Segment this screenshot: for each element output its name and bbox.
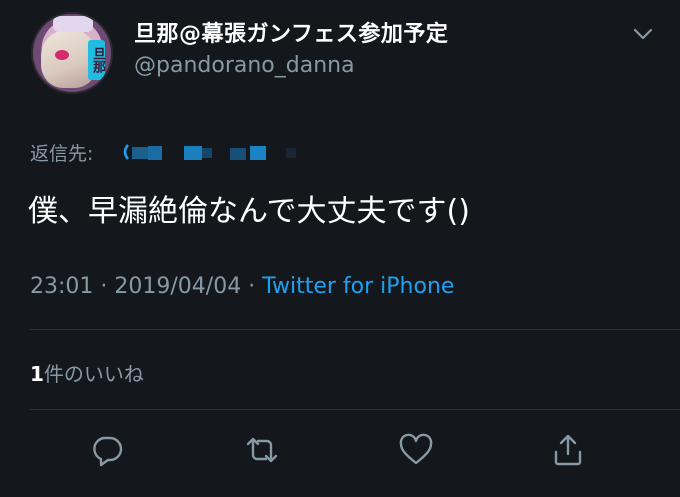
user-handle[interactable]: @pandorano_danna (134, 53, 355, 78)
avatar-tag: 旦那 (88, 40, 105, 80)
chevron-down-icon[interactable] (630, 24, 656, 44)
avatar-crown (53, 16, 93, 32)
tweet-date: 2019/04/04 (114, 274, 242, 299)
likes-label: 件のいいね (43, 362, 144, 386)
avatar[interactable]: 旦那 (31, 12, 113, 94)
reply-to-label: 返信先: (30, 143, 94, 165)
like-icon[interactable] (396, 430, 436, 470)
tweet-time: 23:01 (30, 274, 94, 299)
tweet-detail: 旦那 旦那@幕張ガンフェス参加予定 @pandorano_danna 返信先: … (0, 0, 680, 497)
meta-separator: · (241, 274, 263, 299)
display-name[interactable]: 旦那@幕張ガンフェス参加予定 (134, 16, 448, 48)
tweet-source-link[interactable]: Twitter for iPhone (262, 274, 454, 299)
tweet-meta: 23:01 · 2019/04/04 · Twitter for iPhone (30, 274, 454, 299)
tweet-text: 僕、早漏絶倫なんで大丈夫です() (28, 194, 470, 229)
reply-to-handle-redacted[interactable] (120, 141, 320, 163)
likes-count[interactable]: 1件のいいね (30, 358, 144, 387)
meta-separator: · (93, 274, 115, 299)
avatar-eye (55, 50, 69, 60)
divider (30, 409, 680, 410)
retweet-icon[interactable] (242, 430, 282, 470)
reply-icon[interactable] (87, 430, 127, 470)
share-icon[interactable] (548, 430, 588, 470)
likes-number: 1 (30, 362, 44, 386)
divider (30, 329, 680, 330)
